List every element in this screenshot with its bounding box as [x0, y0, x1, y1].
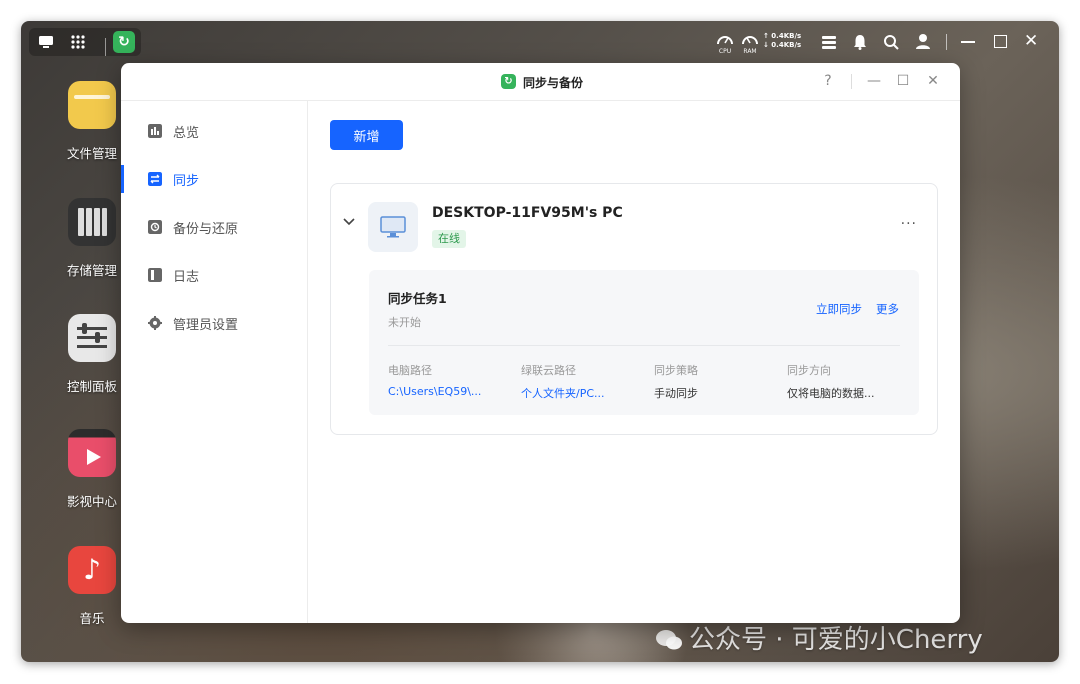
- sync-backup-window: 同步与备份 ? — ☐ ✕ 总览 同步 备份与还原 日志 管理员设置 新增: [121, 63, 960, 623]
- field-label: 同步方向: [787, 364, 831, 377]
- field-value[interactable]: C:\Users\EQ59\...: [388, 385, 508, 398]
- sync-app-icon[interactable]: [113, 31, 135, 53]
- search-icon[interactable]: [883, 34, 899, 54]
- field-value: 仅将电脑的数据...: [787, 387, 875, 400]
- field-label: 同步策略: [654, 364, 698, 377]
- upload-speed: ↑ 0.4KB/s: [763, 32, 802, 40]
- sync-app-icon: [501, 74, 516, 89]
- download-speed: ↓ 0.4KB/s: [763, 41, 802, 49]
- bell-icon[interactable]: [852, 34, 868, 54]
- field-label: 电脑路径: [388, 364, 432, 377]
- sidebar-item-admin-settings[interactable]: 管理员设置: [121, 303, 307, 343]
- sidebar-item-label: 管理员设置: [173, 318, 239, 333]
- log-icon: [148, 268, 162, 282]
- window-close-icon[interactable]: ✕: [923, 71, 943, 91]
- computer-icon: [368, 202, 418, 252]
- sidebar-item-label: 同步: [173, 174, 200, 189]
- overview-icon: [148, 124, 162, 138]
- sidebar: 总览 同步 备份与还原 日志 管理员设置: [121, 101, 308, 623]
- main-content: 新增 DESKTOP-11FV95M's PC 在线 ··· 同步任务1 未开始…: [308, 101, 960, 623]
- sidebar-item-overview[interactable]: 总览: [121, 111, 307, 151]
- add-new-button[interactable]: 新增: [330, 120, 403, 150]
- field-value[interactable]: 个人文件夹/PC...: [521, 385, 641, 401]
- window-minimize-icon[interactable]: —: [864, 71, 884, 91]
- taskbar-left: [29, 28, 141, 56]
- status-badge: 在线: [432, 230, 466, 248]
- titlebar-divider: [851, 74, 852, 89]
- sidebar-item-backup[interactable]: 备份与还原: [121, 207, 307, 247]
- field-sync-strategy: 同步策略 手动同步: [654, 362, 774, 401]
- sidebar-item-label: 备份与还原: [173, 222, 239, 237]
- network-speed: ↑ 0.4KB/s ↓ 0.4KB/s: [763, 32, 801, 50]
- ram-gauge-icon[interactable]: RAM: [740, 31, 760, 55]
- desktop-icon[interactable]: [35, 28, 57, 58]
- sidebar-item-label: 日志: [173, 270, 200, 285]
- chevron-down-icon[interactable]: [341, 214, 357, 230]
- sidebar-item-label: 总览: [173, 126, 200, 141]
- device-card: DESKTOP-11FV95M's PC 在线 ··· 同步任务1 未开始 立即…: [330, 183, 938, 435]
- help-icon[interactable]: ?: [818, 71, 838, 91]
- taskbar-divider: [105, 38, 106, 56]
- storage-icon: [68, 198, 116, 246]
- close-icon[interactable]: ✕: [1024, 31, 1038, 51]
- sync-task-panel: 同步任务1 未开始 立即同步 更多 电脑路径 C:\Users\EQ59\...…: [369, 270, 919, 415]
- task-divider: [388, 345, 900, 346]
- task-list-icon[interactable]: [821, 34, 837, 54]
- field-cloud-path: 绿联云路径 个人文件夹/PC...: [521, 362, 641, 401]
- window-titlebar[interactable]: 同步与备份 ? — ☐ ✕: [121, 63, 960, 101]
- task-name: 同步任务1: [388, 291, 447, 306]
- cpu-label: CPU: [718, 48, 732, 55]
- window-title: 同步与备份: [523, 76, 584, 90]
- system-topbar: CPU RAM ↑ 0.4KB/s ↓ 0.4KB/s ✕: [21, 21, 1059, 63]
- more-options-icon[interactable]: ···: [901, 216, 917, 232]
- sync-now-link[interactable]: 立即同步: [816, 301, 862, 317]
- wechat-icon: [656, 630, 682, 650]
- field-value: 手动同步: [654, 387, 698, 400]
- sidebar-item-sync[interactable]: 同步: [121, 159, 307, 199]
- ram-label: RAM: [743, 48, 757, 55]
- field-pc-path: 电脑路径 C:\Users\EQ59\...: [388, 362, 508, 398]
- gear-icon: [148, 316, 162, 330]
- field-sync-direction: 同步方向 仅将电脑的数据...: [787, 362, 907, 401]
- field-label: 绿联云路径: [521, 364, 576, 377]
- watermark: 公众号 · 可爱的小Cherry: [655, 619, 983, 656]
- sidebar-item-log[interactable]: 日志: [121, 255, 307, 295]
- cpu-gauge-icon[interactable]: CPU: [715, 31, 735, 55]
- control-panel-icon: [68, 314, 116, 362]
- window-maximize-icon[interactable]: ☐: [893, 71, 913, 91]
- minimize-icon[interactable]: [961, 41, 975, 43]
- folder-icon: [68, 81, 116, 129]
- device-name: DESKTOP-11FV95M's PC: [432, 205, 623, 221]
- maximize-icon[interactable]: [994, 35, 1007, 48]
- video-icon: [68, 429, 116, 477]
- watermark-text: 公众号 · 可爱的小Cherry: [689, 625, 983, 655]
- sync-icon: [148, 172, 162, 186]
- topbar-divider: [946, 34, 947, 50]
- apps-grid-icon[interactable]: [67, 28, 89, 59]
- music-icon: ♪: [68, 546, 116, 594]
- more-link[interactable]: 更多: [876, 301, 899, 317]
- task-state: 未开始: [388, 316, 421, 329]
- backup-icon: [148, 220, 162, 234]
- user-icon[interactable]: [915, 33, 931, 54]
